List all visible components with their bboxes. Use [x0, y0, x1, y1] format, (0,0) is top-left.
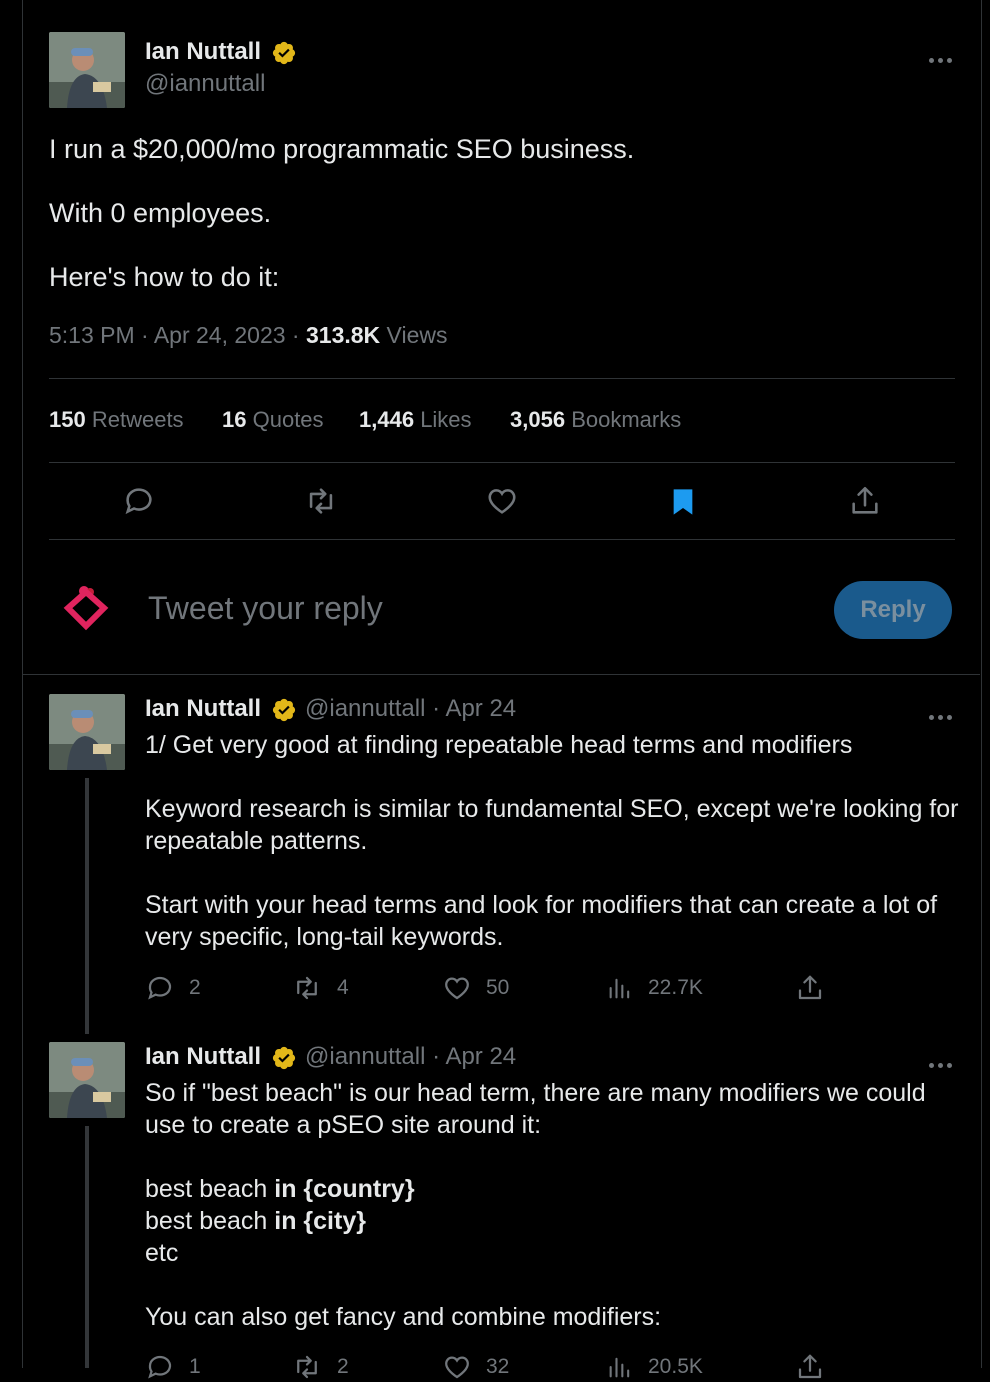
views-action[interactable]: 20.5K: [606, 1352, 703, 1382]
stat-bookmarks[interactable]: 3,056 Bookmarks: [510, 407, 681, 433]
stat-quotes[interactable]: 16 Quotes: [222, 407, 324, 433]
reply-text-line: You can also get fancy and combine modif…: [145, 1303, 662, 1331]
reply-count: 2: [189, 976, 201, 999]
like-action[interactable]: 50: [442, 973, 509, 1003]
divider: [22, 674, 980, 675]
reply-icon: [148, 1355, 172, 1379]
timestamp[interactable]: 5:13 PM · Apr 24, 2023 ·: [49, 322, 306, 348]
tweet-meta: 5:13 PM · Apr 24, 2023 · 313.8K Views: [49, 322, 447, 349]
reply-action[interactable]: 2: [145, 973, 201, 1003]
divider: [49, 539, 955, 540]
share-icon[interactable]: [848, 484, 882, 518]
reply-button[interactable]: Reply: [834, 581, 952, 639]
retweet-action[interactable]: 2: [291, 1352, 349, 1382]
modifier-line: best beach in {city}: [145, 1207, 366, 1235]
retweet-icon: [297, 1355, 317, 1379]
share-icon[interactable]: [795, 973, 825, 1003]
reply-text-line: So if "best beach" is our head term, the…: [145, 1079, 926, 1107]
reply-icon[interactable]: [122, 484, 156, 518]
more-options-icon[interactable]: [929, 707, 959, 720]
like-action[interactable]: 32: [442, 1352, 509, 1382]
reply-count: 1: [189, 1355, 201, 1378]
reply-author-avatar[interactable]: [49, 694, 125, 770]
like-icon: [445, 1356, 469, 1379]
retweet-count: 2: [337, 1355, 349, 1378]
views-icon: [609, 1357, 630, 1378]
reply-text-line: very specific, long-tail keywords.: [145, 923, 504, 951]
author-avatar[interactable]: [49, 32, 125, 108]
like-icon[interactable]: [485, 484, 519, 518]
modifier-line: etc: [145, 1239, 179, 1267]
views-count: 313.8K: [305, 322, 381, 348]
tweet-text-line: I run a $20,000/mo programmatic SEO busi…: [49, 134, 635, 164]
more-options-icon[interactable]: [929, 1055, 959, 1068]
reply-text-line: use to create a pSEO site around it:: [145, 1111, 542, 1139]
views-label: Views: [380, 322, 448, 348]
verified-badge-icon: [271, 1045, 297, 1071]
tweet-text-line: With 0 employees.: [49, 198, 272, 228]
verified-badge-icon: [271, 697, 297, 723]
retweet-icon: [297, 976, 317, 1000]
bookmark-icon[interactable]: [667, 484, 699, 520]
stat-likes[interactable]: 1,446 Likes: [359, 407, 472, 433]
tweet-text-line: Here's how to do it:: [49, 262, 280, 292]
divider: [49, 462, 955, 463]
reply-text-line: Start with your head terms and look for …: [145, 891, 938, 919]
thread-line: [85, 778, 89, 1034]
reply-action[interactable]: 1: [145, 1352, 201, 1382]
more-options-icon[interactable]: [929, 50, 959, 63]
stat-retweets[interactable]: 150 Retweets: [49, 407, 184, 433]
views-icon: [609, 978, 630, 999]
reply-author-name[interactable]: Ian Nuttall: [145, 695, 261, 723]
verified-badge-icon: [271, 40, 297, 66]
like-icon: [445, 977, 469, 1000]
views-count: 20.5K: [648, 1355, 703, 1378]
like-count: 50: [486, 976, 510, 999]
author-name[interactable]: Ian Nuttall: [145, 38, 261, 66]
reply-author-name[interactable]: Ian Nuttall: [145, 1043, 261, 1071]
author-handle[interactable]: @iannuttall: [145, 70, 265, 98]
views-action[interactable]: 22.7K: [606, 973, 703, 1003]
like-count: 32: [486, 1355, 510, 1378]
reply-icon: [148, 976, 172, 1000]
divider: [49, 378, 955, 379]
retweet-count: 4: [337, 976, 349, 999]
user-avatar[interactable]: [60, 582, 112, 634]
reply-text-line: 1/ Get very good at finding repeatable h…: [145, 731, 853, 759]
views-count: 22.7K: [648, 976, 703, 999]
reply-author-handle[interactable]: @iannuttall · Apr 24: [305, 1043, 516, 1071]
reply-text-line: repeatable patterns.: [145, 827, 368, 855]
thread-line: [85, 1126, 89, 1368]
reply-input[interactable]: Tweet your reply: [148, 590, 383, 627]
share-icon[interactable]: [795, 1352, 825, 1382]
modifier-line: best beach in {country}: [145, 1175, 415, 1203]
reply-text-line: Keyword research is similar to fundament…: [145, 795, 959, 823]
reply-author-avatar[interactable]: [49, 1042, 125, 1118]
retweet-action[interactable]: 4: [291, 973, 349, 1003]
retweet-icon[interactable]: [303, 484, 339, 518]
reply-author-handle[interactable]: @iannuttall · Apr 24: [305, 695, 516, 723]
